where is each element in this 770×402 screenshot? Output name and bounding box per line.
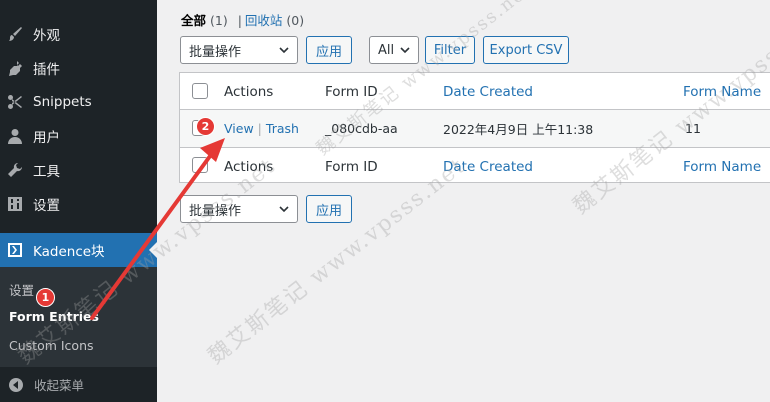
filter-select-value: All: [378, 42, 395, 58]
collapse-menu-button[interactable]: 收起菜单: [0, 367, 157, 402]
column-footer-form-name[interactable]: Form Name: [683, 148, 761, 185]
plugin-icon: [7, 60, 23, 76]
view-link[interactable]: View: [224, 121, 254, 136]
view-all-link[interactable]: 全部: [181, 13, 206, 28]
sidebar-item-settings[interactable]: 设置: [0, 187, 157, 221]
chevron-down-icon: [400, 47, 410, 54]
annotation-badge-2: 2: [196, 117, 215, 136]
export-csv-button[interactable]: Export CSV: [483, 36, 569, 64]
collapse-arrow-icon: [8, 377, 24, 393]
cell-date-created: 2022年4月9日 上午11:38: [443, 122, 594, 137]
chevron-down-icon: [279, 206, 289, 213]
sidebar-item-tools[interactable]: 工具: [0, 153, 157, 187]
column-header-date-created[interactable]: Date Created: [443, 73, 533, 110]
sidebar-item-label: Kadence块: [33, 244, 105, 260]
view-trash-link[interactable]: 回收站: [245, 13, 283, 28]
sidebar-item-snippets[interactable]: Snippets: [0, 85, 157, 119]
wrench-icon: [7, 162, 23, 178]
view-separator: |: [237, 13, 242, 28]
bulk-action-select-top[interactable]: 批量操作: [180, 36, 298, 64]
paintbrush-icon: [7, 26, 23, 42]
sidebar-item-label: 用户: [33, 130, 60, 146]
view-trash-count: (0): [286, 13, 305, 28]
sidebar-item-label: 插件: [33, 62, 60, 78]
apply-button-top[interactable]: 应用: [306, 36, 352, 64]
annotation-badge-1: 1: [36, 288, 55, 307]
sidebar-item-plugins[interactable]: 插件: [0, 51, 157, 85]
scissors-icon: [7, 94, 23, 110]
trash-link[interactable]: Trash: [266, 121, 299, 136]
view-filters: 全部 (1) | 回收站 (0): [181, 10, 304, 29]
sidebar-item-appearance[interactable]: 外观: [0, 17, 157, 51]
view-all-count: (1): [210, 13, 228, 28]
chevron-down-icon: [279, 47, 289, 54]
sidebar-item-users[interactable]: 用户: [0, 119, 157, 153]
bulk-action-value: 批量操作: [189, 44, 242, 60]
kadence-icon: [7, 242, 23, 258]
sidebar-item-label: 设置: [33, 198, 60, 214]
sidebar-item-label: 工具: [33, 164, 60, 180]
user-icon: [7, 128, 23, 144]
settings-sliders-icon: [7, 196, 23, 212]
apply-button-bottom[interactable]: 应用: [306, 195, 352, 223]
sidebar-item-label: Snippets: [33, 94, 92, 110]
select-all-checkbox-footer[interactable]: [192, 157, 208, 173]
sidebar-item-label: 外观: [33, 28, 60, 44]
select-all-checkbox[interactable]: [192, 83, 208, 99]
column-header-actions: Actions: [224, 83, 274, 100]
submenu-item-settings[interactable]: 设置: [9, 280, 34, 299]
collapse-label: 收起菜单: [34, 378, 85, 393]
row-actions: View | Trash: [224, 110, 299, 147]
row-action-separator: |: [257, 121, 262, 136]
